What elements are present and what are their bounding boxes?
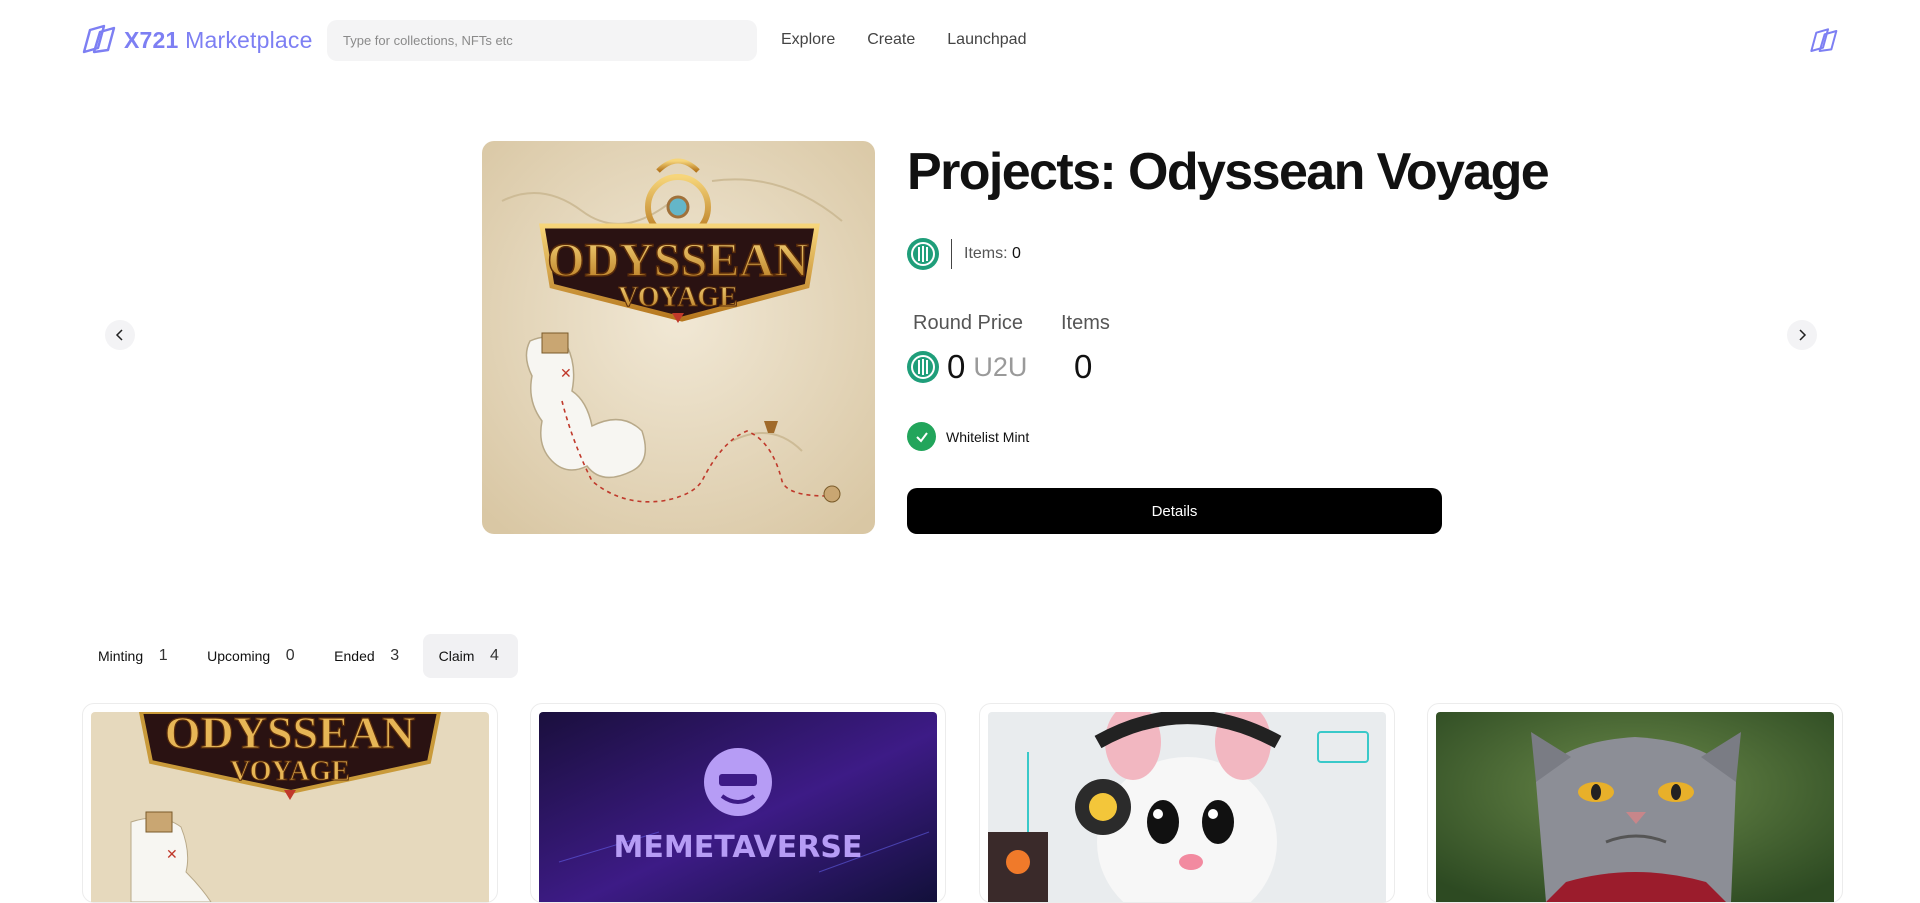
carousel-prev-button[interactable] [105, 320, 135, 350]
details-button[interactable]: Details [907, 488, 1442, 534]
check-icon [907, 422, 936, 451]
price-unit: U2U [973, 351, 1028, 382]
items-value: 0 [1074, 348, 1093, 385]
svg-text:ODYSSEAN: ODYSSEAN [547, 234, 809, 287]
project-title: Projects: Odyssean Voyage [907, 143, 1550, 201]
svg-text:ODYSSEAN: ODYSSEAN [165, 712, 416, 758]
tab-upcoming[interactable]: Upcoming 0 [191, 634, 314, 678]
divider [951, 239, 952, 269]
chevron-left-icon [115, 329, 123, 341]
round-name: Whitelist Mint [946, 428, 1030, 445]
svg-text:MEMETAVERSE: MEMETAVERSE [614, 830, 863, 865]
nav-explore[interactable]: Explore [781, 31, 835, 49]
project-card[interactable]: ODYSSEAN VOYAGE ✕ [82, 703, 498, 903]
tab-label: Ended [334, 648, 375, 664]
tab-label: Upcoming [207, 648, 271, 664]
tab-label: Minting [98, 648, 144, 664]
project-card[interactable]: MEMETAVERSE [530, 703, 946, 903]
project-card[interactable] [1427, 703, 1843, 903]
logo-text: X721 Marketplace [124, 26, 313, 53]
card-image: ODYSSEAN VOYAGE ✕ [91, 712, 489, 902]
launchpad-tabs: Minting 1 Upcoming 0 Ended 3 Claim 4 [82, 634, 519, 678]
card-image [1436, 712, 1834, 902]
site-logo[interactable]: X721 Marketplace [80, 24, 313, 56]
card-image [988, 712, 1386, 902]
tab-claim[interactable]: Claim 4 [422, 634, 519, 678]
chain-row: Items: 0 [907, 238, 1021, 270]
items-stat-label: Items [1061, 312, 1110, 334]
stat-labels: Round Price Items [913, 312, 1110, 335]
nav-launchpad[interactable]: Launchpad [947, 31, 1026, 49]
top-header: X721 Marketplace Explore Create Launchpa… [0, 0, 1920, 84]
tab-label: Claim [438, 648, 475, 664]
search-input[interactable] [327, 20, 757, 61]
round-price-label: Round Price [913, 312, 1024, 334]
nav-create[interactable]: Create [867, 31, 915, 49]
u2u-token-icon [907, 351, 939, 383]
tab-count: 4 [489, 647, 499, 664]
round-price: 0 U2U [907, 348, 1027, 386]
u2u-chain-icon [907, 238, 939, 270]
price-value: 0 [947, 348, 966, 385]
wallet-logo-icon[interactable] [1808, 27, 1838, 55]
round-status: Whitelist Mint [907, 422, 1029, 451]
x721-logo-icon [82, 24, 116, 54]
svg-text:✕: ✕ [166, 846, 178, 862]
main-nav: Explore Create Launchpad [781, 31, 1026, 49]
tab-count: 3 [390, 647, 400, 664]
tab-count: 0 [285, 647, 295, 664]
items-summary: Items: 0 [964, 245, 1021, 262]
card-image: MEMETAVERSE [539, 712, 937, 902]
svg-text:VOYAGE: VOYAGE [618, 282, 738, 313]
tab-ended[interactable]: Ended 3 [318, 634, 418, 678]
carousel-next-button[interactable] [1787, 320, 1817, 350]
odyssean-voyage-artwork: ODYSSEAN VOYAGE ✕ [482, 141, 875, 534]
tab-minting[interactable]: Minting 1 [82, 634, 187, 678]
tab-count: 1 [158, 647, 168, 664]
project-image[interactable]: ODYSSEAN VOYAGE ✕ [482, 141, 875, 534]
svg-text:✕: ✕ [560, 365, 572, 381]
chevron-right-icon [1799, 329, 1807, 341]
svg-text:VOYAGE: VOYAGE [230, 756, 350, 787]
project-card[interactable] [979, 703, 1395, 903]
